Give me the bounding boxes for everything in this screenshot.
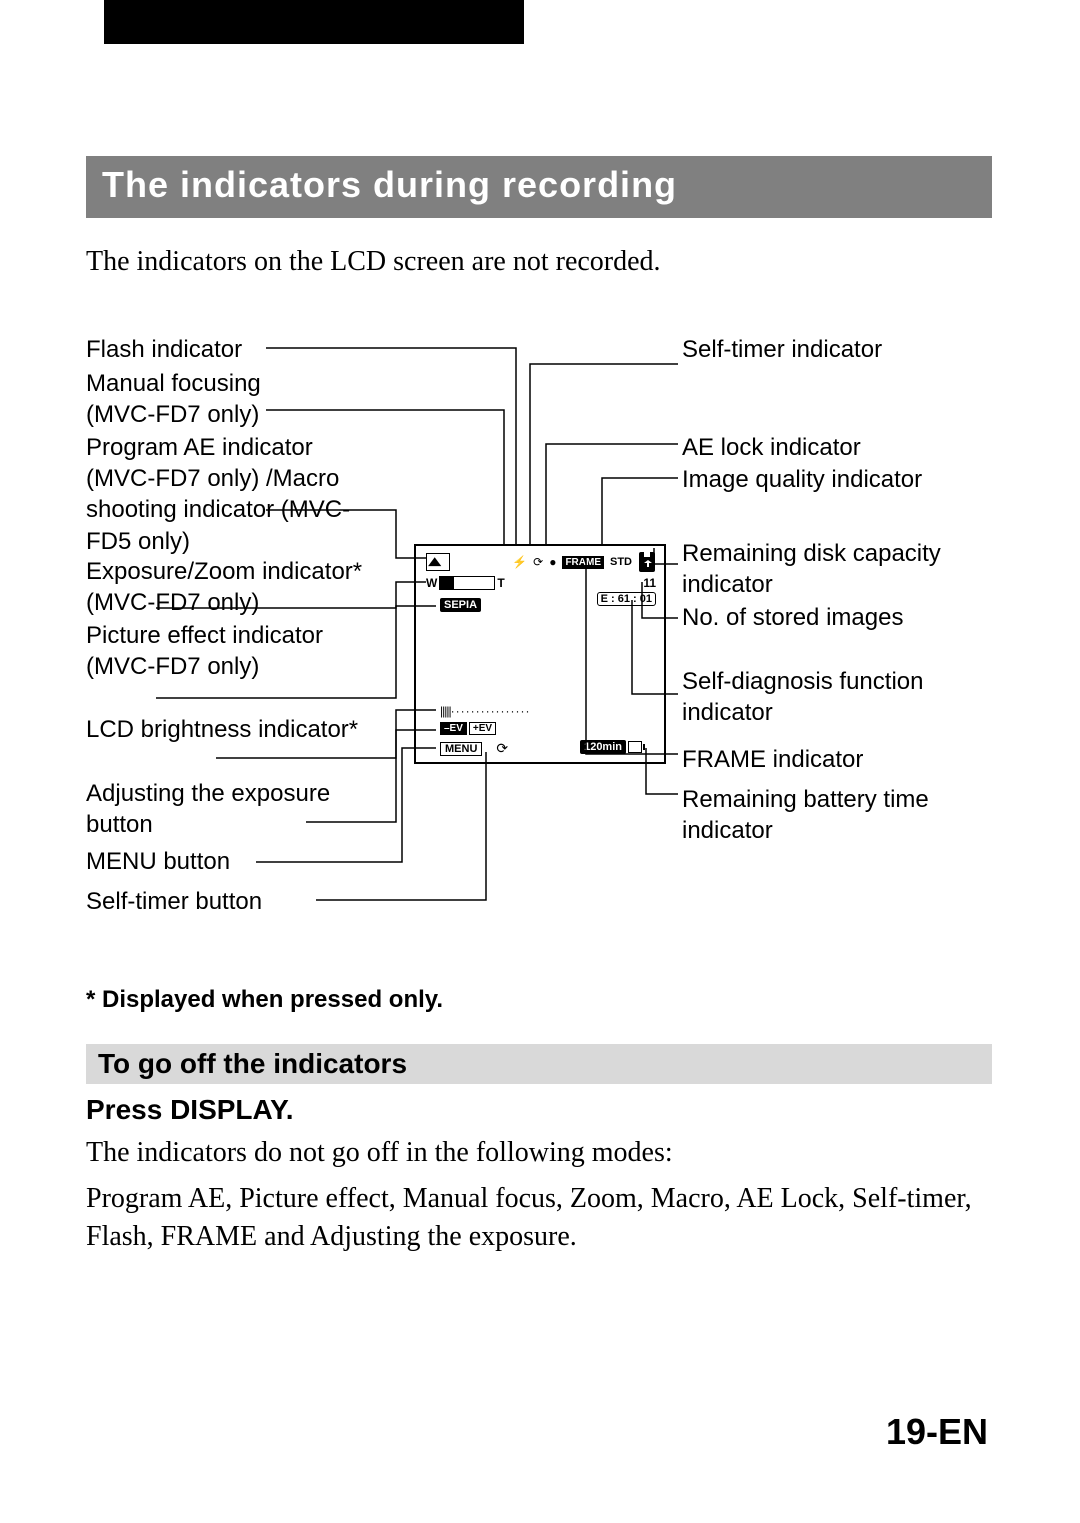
label-image-quality: Image quality indicator <box>682 464 982 495</box>
off-text-1: The indicators do not go off in the foll… <box>86 1134 992 1172</box>
self-diagnosis-code: E : 61 : 01 <box>597 592 656 606</box>
footnote-displayed-when-pressed: * Displayed when pressed only. <box>86 986 443 1014</box>
label-adjust-exposure: Adjusting the exposure button <box>86 778 366 840</box>
ev-minus: –EV <box>440 722 467 735</box>
label-exposure-zoom: Exposure/Zoom indicator* (MVC-FD7 only) <box>86 556 366 618</box>
picture-effect-badge: SEPIA <box>440 598 481 612</box>
indicators-diagram: Flash indicator Manual focusing (MVC-FD7… <box>86 334 992 1014</box>
label-flash-indicator: Flash indicator <box>86 334 366 365</box>
press-display: Press DISPLAY. <box>86 1094 992 1126</box>
ev-plus: +EV <box>469 722 496 735</box>
battery-time-badge: 120min <box>580 740 626 754</box>
frame-badge: FRAME <box>562 556 604 569</box>
label-manual-focusing: Manual focusing (MVC-FD7 only) <box>86 368 366 430</box>
image-count: 11 <box>643 576 656 590</box>
self-timer-icon: ⟳ <box>533 555 543 569</box>
disk-icon <box>638 550 658 574</box>
label-remaining-battery: Remaining battery time indicator <box>682 784 982 846</box>
zoom-w: W <box>426 576 437 590</box>
menu-button: MENU <box>440 742 482 756</box>
intro-text: The indicators on the LCD screen are not… <box>86 246 992 278</box>
self-timer-button-icon: ⟳ <box>496 740 508 757</box>
quality-std: STD <box>610 556 632 568</box>
label-self-diagnosis: Self-diagnosis function indicator <box>682 666 982 728</box>
brightness-bar: |||||················ <box>440 704 531 718</box>
off-text-2: Program AE, Picture effect, Manual focus… <box>86 1180 992 1256</box>
ev-buttons: –EV +EV <box>440 722 496 735</box>
label-picture-effect: Picture effect indicator (MVC-FD7 only) <box>86 620 366 682</box>
flash-icon: ⚡ <box>512 555 527 569</box>
label-ae-lock: AE lock indicator <box>682 432 982 463</box>
label-menu-button: MENU button <box>86 846 366 877</box>
zoom-bar <box>439 576 495 590</box>
page-number: 19-EN <box>886 1411 988 1453</box>
label-remaining-disk: Remaining disk capacity indicator <box>682 538 982 600</box>
sub-heading: To go off the indicators <box>86 1044 992 1084</box>
program-ae-icon <box>426 553 450 571</box>
battery-icon <box>628 741 642 753</box>
lcd-screen: ⚡ ⟳ ● FRAME STD W T 11 E : 61 : 01 SEPIA <box>414 544 666 764</box>
zoom-t: T <box>497 576 504 590</box>
label-lcd-brightness: LCD brightness indicator* <box>86 714 366 745</box>
label-self-timer-button: Self-timer button <box>86 886 366 917</box>
label-frame-indicator: FRAME indicator <box>682 744 982 775</box>
label-self-timer-indicator: Self-timer indicator <box>682 334 982 365</box>
page-content: The indicators during recording The indi… <box>86 156 992 1255</box>
section-heading: The indicators during recording <box>86 156 992 218</box>
label-stored-images: No. of stored images <box>682 602 982 633</box>
header-black-box <box>104 0 524 44</box>
label-program-ae: Program AE indicator (MVC-FD7 only) /Mac… <box>86 432 366 557</box>
ae-lock-icon: ● <box>549 555 556 569</box>
